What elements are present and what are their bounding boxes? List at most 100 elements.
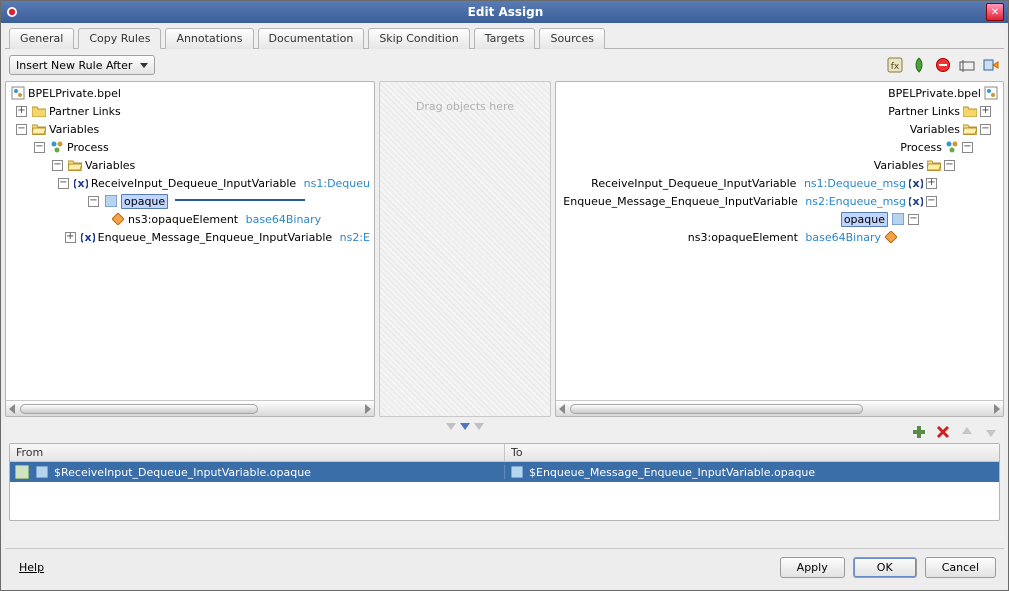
tree-node-receive-input: ReceiveInput_Dequeue_InputVariable — [591, 177, 796, 190]
ok-button[interactable]: OK — [853, 557, 917, 578]
part-icon — [509, 465, 525, 479]
folder-open-icon — [926, 158, 942, 172]
tab-sources[interactable]: Sources — [539, 28, 605, 49]
target-tree[interactable]: BPELPrivate.bpel Partner Links + Variable… — [556, 82, 1003, 400]
edit-assign-window: Edit Assign ✕ General Copy Rules Annotat… — [0, 0, 1009, 591]
tree-node-enqueue: Enqueue_Message_Enqueue_InputVariable — [98, 231, 333, 244]
tree-node-enqueue: Enqueue_Message_Enqueue_InputVariable — [563, 195, 798, 208]
collapse-toggle[interactable]: − — [926, 196, 937, 207]
collapse-toggle[interactable]: − — [34, 142, 45, 153]
xpath-builder-icon[interactable] — [910, 56, 928, 74]
dialog-content: General Copy Rules Annotations Documenta… — [1, 23, 1008, 590]
tree-node-variables: Variables — [49, 123, 99, 136]
folder-open-icon — [962, 122, 978, 136]
collapse-toggle[interactable]: − — [962, 142, 973, 153]
to-value: $Enqueue_Message_Enqueue_InputVariable.o… — [529, 466, 815, 479]
copy-rules-toolbar: Insert New Rule After fx — [5, 49, 1004, 81]
tree-node-partner-links: Partner Links — [49, 105, 121, 118]
svg-text:(x): (x) — [909, 195, 923, 208]
element-icon — [110, 212, 126, 226]
remove-icon[interactable] — [934, 56, 952, 74]
folder-open-icon — [67, 158, 83, 172]
folder-icon — [962, 104, 978, 118]
hscrollbar[interactable] — [6, 400, 374, 416]
type-label: base64Binary — [805, 231, 881, 244]
collapse-toggle[interactable]: − — [944, 160, 955, 171]
from-type-icon — [14, 465, 30, 479]
tab-copy-rules[interactable]: Copy Rules — [78, 28, 161, 49]
dialog-footer: Help Apply OK Cancel — [5, 548, 1004, 586]
tree-node-root: BPELPrivate.bpel — [28, 87, 121, 100]
collapse-handle-left[interactable] — [374, 237, 375, 261]
tab-general[interactable]: General — [9, 28, 74, 49]
expand-toggle[interactable]: + — [980, 106, 991, 117]
part-icon — [34, 465, 50, 479]
column-from-header[interactable]: From — [10, 444, 505, 461]
rule-pager[interactable] — [446, 423, 484, 430]
column-to-header[interactable]: To — [505, 444, 999, 461]
folder-icon — [31, 104, 47, 118]
tab-documentation[interactable]: Documentation — [258, 28, 365, 49]
expression-builder-icon[interactable]: fx — [886, 56, 904, 74]
table-row[interactable]: $ReceiveInput_Dequeue_InputVariable.opaq… — [10, 462, 999, 482]
tree-node-opaque-element: ns3:opaqueElement — [128, 213, 238, 226]
recast-icon[interactable] — [982, 56, 1000, 74]
source-tree-panel: BPELPrivate.bpel +Partner Links −Variabl… — [5, 81, 375, 417]
tab-annotations[interactable]: Annotations — [165, 28, 253, 49]
move-up-icon[interactable] — [958, 423, 976, 441]
collapse-toggle[interactable]: − — [16, 124, 27, 135]
collapse-toggle[interactable]: − — [980, 124, 991, 135]
collapse-toggle[interactable]: − — [52, 160, 63, 171]
tree-node-process: Process — [67, 141, 109, 154]
drop-hint-label: Drag objects here — [416, 100, 514, 113]
tree-node-variables: Variables — [910, 123, 960, 136]
folder-open-icon — [31, 122, 47, 136]
collapse-toggle[interactable]: − — [908, 214, 919, 225]
rename-icon[interactable] — [958, 56, 976, 74]
titlebar: Edit Assign ✕ — [1, 1, 1008, 23]
tab-strip: General Copy Rules Annotations Documenta… — [5, 27, 1004, 49]
cancel-button[interactable]: Cancel — [925, 557, 996, 578]
variable-icon: (x) — [908, 176, 924, 190]
window-title: Edit Assign — [25, 5, 986, 19]
tree-node-receive-input: ReceiveInput_Dequeue_InputVariable — [91, 177, 296, 190]
apply-button[interactable]: Apply — [780, 557, 845, 578]
tree-node-opaque[interactable]: opaque — [121, 194, 168, 209]
variable-icon: (x) — [80, 230, 96, 244]
tree-node-variables-inner: Variables — [874, 159, 924, 172]
tree-node-variables-inner: Variables — [85, 159, 135, 172]
tree-node-opaque[interactable]: opaque — [841, 212, 888, 227]
element-icon — [883, 230, 899, 244]
collapse-toggle[interactable]: − — [58, 178, 69, 189]
collapse-toggle[interactable]: − — [88, 196, 99, 207]
target-tree-panel: BPELPrivate.bpel Partner Links + Variable… — [555, 81, 1004, 417]
move-down-icon[interactable] — [982, 423, 1000, 441]
insert-rule-dropdown[interactable]: Insert New Rule After — [9, 55, 155, 75]
tree-node-opaque-element: ns3:opaqueElement — [688, 231, 798, 244]
tree-node-partner-links: Partner Links — [888, 105, 960, 118]
add-rule-icon[interactable] — [910, 423, 928, 441]
insert-rule-label: Insert New Rule After — [16, 59, 132, 72]
variable-icon: (x) — [908, 194, 924, 208]
oracle-icon — [5, 5, 19, 19]
svg-text:(x): (x) — [909, 177, 923, 190]
tab-targets[interactable]: Targets — [474, 28, 536, 49]
tab-skip-condition[interactable]: Skip Condition — [368, 28, 469, 49]
bpel-file-icon — [10, 86, 26, 100]
drop-zone[interactable]: Drag objects here — [379, 81, 551, 417]
window-close-button[interactable]: ✕ — [986, 3, 1004, 21]
expand-toggle[interactable]: + — [16, 106, 27, 117]
expand-toggle[interactable]: + — [65, 232, 76, 243]
type-label: base64Binary — [246, 213, 322, 226]
expand-toggle[interactable]: + — [926, 178, 937, 189]
delete-rule-icon[interactable] — [934, 423, 952, 441]
rules-table: From To $ReceiveInput_Dequeue_InputVaria… — [9, 443, 1000, 521]
svg-text:(x): (x) — [74, 177, 88, 190]
source-tree[interactable]: BPELPrivate.bpel +Partner Links −Variabl… — [6, 82, 374, 400]
tree-node-root: BPELPrivate.bpel — [888, 87, 981, 100]
help-link[interactable]: Help — [13, 558, 50, 577]
process-icon — [944, 140, 960, 154]
type-label: ns2:Enqueue_msg — [805, 195, 906, 208]
part-icon — [890, 212, 906, 226]
hscrollbar[interactable] — [556, 400, 1003, 416]
